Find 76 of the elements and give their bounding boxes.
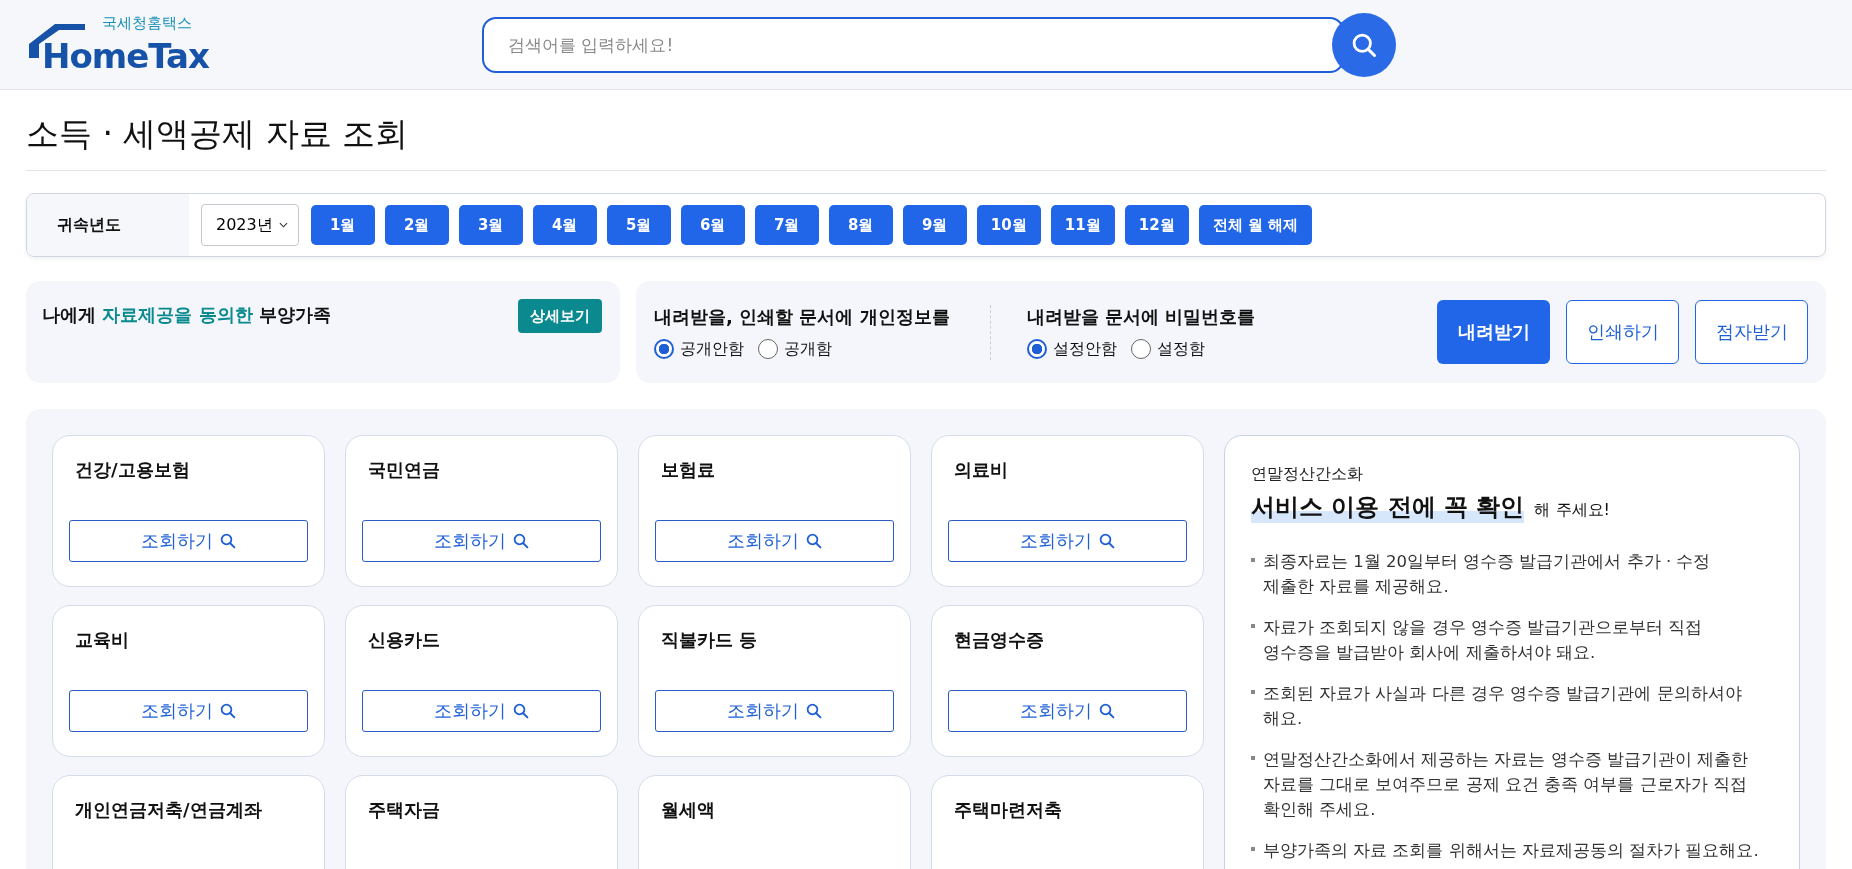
month-button[interactable]: 5월 — [606, 205, 671, 245]
lookup-button[interactable]: 조회하기 — [655, 690, 894, 732]
dependents-text: 나에게 자료제공을 동의한 부양가족 — [42, 303, 331, 327]
notice-text: 자료가 조회되지 않을 경우 영수증 발급기관으로부터 직접 영수증을 발급받아 회사에 제출하셔야 돼요. — [1263, 617, 1704, 664]
radio-option[interactable]: 설정안함 — [1026, 338, 1117, 360]
category-title: 국민연금 — [367, 458, 441, 482]
month-button[interactable]: 11월 — [1050, 205, 1115, 245]
notice-text: 부양가족의 자료 조회를 위해서는 자료제공동의 절차가 필요해요. — [1263, 840, 1760, 862]
month-button[interactable]: 10월 — [976, 205, 1041, 245]
bullet-icon — [1251, 690, 1255, 694]
radio-option[interactable]: 공개함 — [758, 338, 832, 360]
option-label: 내려받을 문서에 비밀번호를 — [1026, 304, 1256, 329]
bullet-icon — [1251, 756, 1255, 760]
notice-eyebrow: 연말정산간소화 — [1251, 464, 1364, 485]
lookup-button[interactable]: 조회하기 — [69, 690, 308, 732]
notice-text: 조회된 자료가 사실과 다른 경우 영수증 발급기관에 문의하셔야 해요. — [1263, 683, 1743, 730]
search-icon — [1097, 532, 1116, 550]
month-button[interactable]: 3월 — [458, 205, 523, 245]
month-button[interactable]: 9월 — [902, 205, 967, 245]
radio-option[interactable]: 설정함 — [1130, 338, 1205, 360]
lookup-button[interactable]: 조회하기 — [948, 690, 1187, 732]
bullet-icon — [1251, 624, 1255, 628]
details-button[interactable]: 상세보기 — [518, 299, 602, 333]
category-title: 건강/고용보험 — [74, 458, 191, 482]
month-button[interactable]: 1월 — [310, 205, 375, 245]
year-label: 귀속년도 — [27, 194, 189, 256]
chevron-down-icon — [278, 222, 288, 228]
action-button[interactable]: 점자받기 — [1695, 300, 1808, 364]
page-title: 소득 · 세액공제 자료 조회 — [26, 113, 410, 155]
hometax-logo[interactable]: 국세청홈택스 HomeTax — [26, 13, 216, 76]
category-title: 직불카드 등 — [660, 628, 759, 652]
category-title: 신용카드 — [367, 628, 441, 652]
lookup-button[interactable]: 조회하기 — [69, 520, 308, 562]
notice-title-suffix: 해 주세요! — [1534, 500, 1610, 521]
search-field[interactable]: 검색어를 입력하세요! — [482, 16, 1344, 73]
search-icon — [218, 532, 237, 550]
bullet-icon — [1251, 847, 1255, 851]
search-icon — [218, 702, 237, 720]
lookup-button[interactable]: 조회하기 — [948, 520, 1187, 562]
category-title: 교육비 — [74, 628, 130, 652]
category-title: 현금영수증 — [953, 628, 1045, 652]
month-button[interactable]: 7월 — [754, 205, 819, 245]
month-button[interactable]: 전체 월 해제 — [1198, 205, 1313, 245]
lookup-button[interactable]: 조회하기 — [362, 690, 601, 732]
category-title: 주택마련저축 — [953, 798, 1063, 822]
radio-button[interactable] — [1026, 339, 1047, 359]
search-icon — [511, 702, 530, 720]
action-button[interactable]: 내려받기 — [1437, 300, 1550, 364]
bullet-icon — [1251, 558, 1255, 562]
notice-text: 최종자료는 1월 20일부터 영수증 발급기관에서 추가 · 수정 제출한 자료를 제공해요. — [1263, 551, 1712, 598]
month-button[interactable]: 12월 — [1124, 205, 1189, 245]
category-title: 주택자금 — [367, 798, 441, 822]
radio-button[interactable] — [1130, 339, 1151, 359]
notice-text: 연말정산간소화에서 제공하는 자료는 영수증 발급기관이 제출한 자료를 그대로 보여주므로 공제 요건 충족 여부를 근로자가 직접 확인해 주세요. — [1263, 749, 1750, 821]
month-button[interactable]: 6월 — [680, 205, 745, 245]
search-icon — [804, 702, 823, 720]
logo-wordmark: HomeTax — [42, 35, 209, 76]
year-dropdown[interactable]: 2023년 — [201, 204, 299, 246]
lookup-button[interactable]: 조회하기 — [362, 520, 601, 562]
month-button[interactable]: 8월 — [828, 205, 893, 245]
category-title: 의료비 — [953, 458, 1009, 482]
option-label: 내려받을, 인쇄할 문서에 개인정보를 — [654, 304, 950, 329]
category-title: 개인연금저축/연금계좌 — [74, 798, 263, 822]
search-icon — [511, 532, 530, 550]
search-icon — [804, 532, 823, 550]
month-button[interactable]: 4월 — [532, 205, 597, 245]
search-icon — [1097, 702, 1116, 720]
radio-button[interactable] — [758, 339, 778, 359]
radio-option[interactable]: 공개안함 — [654, 338, 744, 360]
month-button[interactable]: 2월 — [384, 205, 449, 245]
radio-button[interactable] — [654, 339, 674, 359]
category-title: 보험료 — [660, 458, 716, 482]
lookup-button[interactable]: 조회하기 — [655, 520, 894, 562]
category-title: 월세액 — [660, 798, 716, 822]
action-button[interactable]: 인쇄하기 — [1566, 300, 1679, 364]
logo-subtitle: 국세청홈택스 — [102, 13, 192, 33]
